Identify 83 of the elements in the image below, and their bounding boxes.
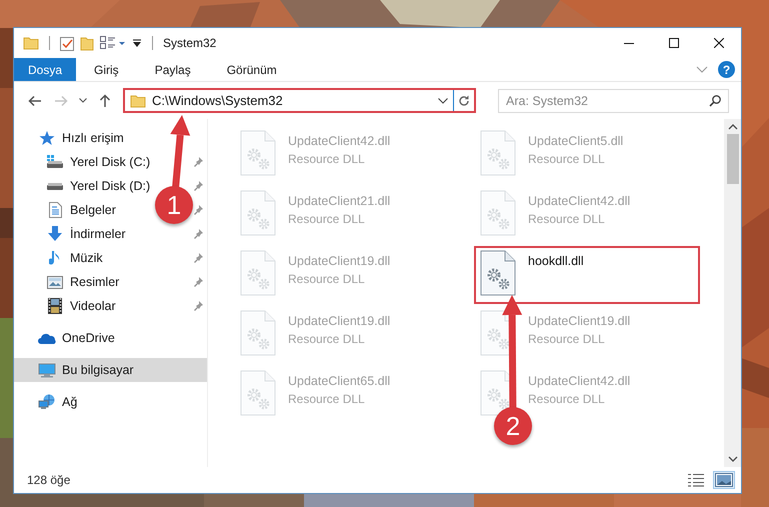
ribbon-tab[interactable]: Giriş — [76, 58, 137, 81]
ribbon-tab[interactable]: Dosya — [14, 58, 76, 81]
nav-item[interactable]: OneDrive — [14, 326, 115, 350]
chevron-down-icon — [728, 455, 738, 463]
checklist-icon — [60, 35, 74, 51]
picture-frame-icon — [47, 276, 63, 288]
nav-item[interactable]: Yerel Disk (C:) — [14, 150, 150, 174]
gear-file-icon — [240, 190, 276, 236]
ribbon-tab[interactable]: Paylaş — [136, 58, 209, 81]
file-type: Resource DLL — [528, 152, 606, 166]
toolbar-button[interactable] — [132, 38, 142, 48]
pin-icon[interactable] — [193, 181, 203, 191]
gear-file-icon — [240, 310, 276, 356]
nav-item[interactable]: Bu bilgisayar — [14, 358, 207, 382]
pin-icon[interactable] — [193, 277, 203, 287]
window-title: System32 — [163, 36, 218, 50]
folder-icon — [80, 35, 94, 51]
chevron-down-icon — [79, 98, 87, 103]
folder-icon — [130, 94, 146, 108]
pin-icon[interactable] — [193, 205, 203, 215]
file-type: Resource DLL — [288, 332, 366, 346]
address-path: C:\Windows\System32 — [152, 93, 284, 108]
customize-arrow-icon — [132, 38, 142, 48]
star-icon — [39, 130, 55, 146]
refresh-icon — [458, 94, 470, 106]
gear-file-icon — [240, 130, 276, 176]
pin-icon[interactable] — [193, 301, 203, 311]
gear-file-icon — [240, 250, 276, 296]
item-count: 128 öğe — [27, 473, 72, 487]
network-icon — [38, 394, 56, 410]
nav-item[interactable]: Hızlı erişim — [14, 126, 124, 150]
file-type: Resource DLL — [288, 212, 366, 226]
view-menu-icon — [100, 36, 126, 50]
close-icon — [714, 38, 724, 48]
help-button[interactable]: ? — [718, 61, 735, 78]
file-type: Resource DLL — [288, 272, 366, 286]
nav-item[interactable]: İndirmeler — [14, 222, 126, 246]
details-view-icon — [687, 473, 705, 487]
ribbon-tab[interactable]: Görünüm — [208, 58, 295, 81]
film-icon — [48, 298, 62, 314]
nav-item[interactable]: Ağ — [14, 390, 78, 414]
monitor-icon — [38, 362, 56, 378]
gear-file-icon — [480, 250, 516, 296]
nav-item[interactable]: Videolar — [14, 294, 116, 318]
document-icon — [48, 202, 62, 218]
chevron-up-icon — [728, 123, 738, 131]
file-type: Resource DLL — [528, 332, 606, 346]
search-icon — [709, 94, 721, 106]
file-type: Resource DLL — [288, 152, 366, 166]
file-name[interactable]: hookdll.dll — [528, 254, 584, 268]
chevron-down-icon — [696, 66, 708, 74]
file-type: Resource DLL — [288, 392, 366, 406]
address-bar[interactable]: C:\Windows\System32 — [123, 88, 476, 113]
gear-file-icon — [480, 190, 516, 236]
drive-icon — [46, 155, 64, 169]
vertical-scrollbar[interactable] — [724, 119, 741, 467]
chevron-down-icon — [438, 98, 448, 104]
large-icons-view-icon — [715, 473, 733, 487]
nav-item[interactable]: Müzik — [14, 246, 103, 270]
folder-icon — [23, 36, 39, 50]
pin-icon[interactable] — [193, 157, 203, 167]
nav-item[interactable]: Yerel Disk (D:) — [14, 174, 150, 198]
file-type: Resource DLL — [528, 392, 606, 406]
nav-item[interactable]: Resimler — [14, 270, 120, 294]
gear-file-icon — [240, 370, 276, 416]
expand-ribbon-button[interactable] — [696, 66, 708, 74]
scrollbar-thumb[interactable] — [726, 134, 738, 184]
pin-icon[interactable] — [193, 253, 203, 263]
drive-icon — [46, 181, 64, 191]
back-arrow-icon — [28, 94, 42, 106]
music-note-icon — [49, 250, 61, 266]
download-arrow-icon — [47, 226, 63, 242]
maximize-icon — [668, 38, 678, 48]
nav-item[interactable]: Belgeler — [14, 198, 116, 222]
file-type: Resource DLL — [528, 212, 606, 226]
gear-file-icon — [480, 130, 516, 176]
view-button[interactable] — [713, 471, 735, 489]
forward-arrow-icon — [54, 94, 68, 106]
cloud-icon — [38, 332, 56, 344]
pin-icon[interactable] — [193, 229, 203, 239]
view-button[interactable] — [685, 471, 707, 489]
search-field[interactable]: Ara: System32 — [498, 88, 729, 112]
up-arrow-icon — [99, 94, 111, 108]
